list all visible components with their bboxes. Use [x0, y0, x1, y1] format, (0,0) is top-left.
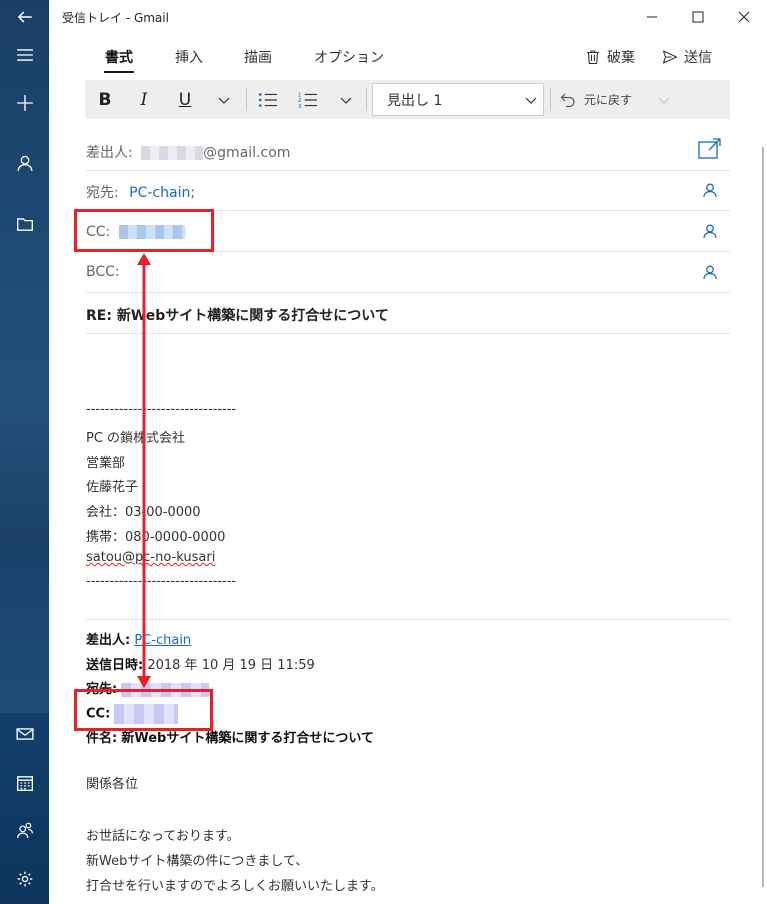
quoted-sent-line: 送信日時: 2018 年 10 月 19 日 11:59: [86, 654, 315, 673]
to-recipient[interactable]: PC-chain;: [129, 185, 195, 201]
quoted-sent-value: 2018 年 10 月 19 日 11:59: [147, 658, 315, 673]
quoted-body-line: お世話になっております。: [86, 829, 240, 844]
bcc-field[interactable]: BCC:: [86, 264, 120, 280]
trash-icon: [587, 50, 599, 65]
close-button[interactable]: [721, 0, 767, 34]
active-tab-indicator: [104, 71, 134, 73]
numbered-list-button[interactable]: 123: [294, 80, 322, 119]
hamburger-menu-icon[interactable]: [0, 38, 49, 72]
signature-department: 営業部: [86, 456, 126, 471]
field-divider: [86, 292, 730, 293]
to-label: 宛先:: [86, 185, 119, 201]
to-contact-picker-icon[interactable]: [702, 182, 718, 198]
paragraph-options-dropdown[interactable]: [335, 80, 357, 119]
from-label: 差出人:: [86, 145, 133, 161]
bullet-list-icon: [258, 92, 277, 107]
numbered-list-icon: 123: [298, 92, 317, 109]
font-options-dropdown[interactable]: [213, 80, 235, 119]
send-button[interactable]: 送信: [662, 47, 712, 67]
send-icon: [662, 50, 678, 64]
mail-icon[interactable]: [0, 717, 49, 751]
bcc-contact-picker-icon[interactable]: [702, 264, 718, 280]
svg-text:3: 3: [298, 103, 302, 108]
signature-rule-end: --------------------------------: [86, 574, 237, 589]
quoted-cc-highlight-box: [74, 689, 213, 731]
cc-field-highlight-box: [74, 209, 214, 252]
quoted-subject-label: 件名:: [86, 731, 118, 746]
minimize-button[interactable]: [629, 0, 675, 34]
chevron-down-icon: [525, 97, 537, 104]
send-label: 送信: [684, 50, 712, 66]
window-title: 受信トレイ - Gmail: [62, 11, 169, 25]
people-icon[interactable]: [0, 813, 49, 847]
undo-icon: [560, 93, 575, 107]
from-field[interactable]: 差出人: @gmail.com: [86, 142, 290, 162]
calendar-icon[interactable]: [0, 766, 49, 800]
field-divider: [86, 333, 730, 334]
discard-button[interactable]: 破棄: [585, 47, 635, 67]
format-toolbar: B I U 123 見出し 1 元に戻す: [85, 80, 730, 119]
to-field[interactable]: 宛先: PC-chain;: [86, 182, 195, 202]
bullet-list-button[interactable]: [254, 80, 282, 119]
folder-icon[interactable]: [0, 207, 49, 241]
settings-gear-icon[interactable]: [0, 862, 49, 896]
toolbar-divider: [246, 88, 247, 111]
new-mail-plus-icon[interactable]: [0, 86, 49, 120]
account-icon[interactable]: [0, 146, 49, 180]
heading-style-value: 見出し 1: [387, 92, 443, 109]
signature-mobile-phone: 携帯：080-0000-0000: [86, 530, 226, 545]
cc-contact-picker-icon[interactable]: [702, 223, 718, 239]
discard-label: 破棄: [607, 50, 635, 66]
chevron-down-icon[interactable]: [658, 94, 670, 106]
back-arrow-icon[interactable]: [0, 0, 49, 34]
redacted-address: [141, 146, 204, 160]
italic-button[interactable]: I: [130, 80, 158, 119]
quote-divider: [86, 619, 730, 620]
signature-rule: --------------------------------: [86, 402, 237, 417]
quoted-greeting: 関係各位: [86, 777, 139, 792]
from-domain: @gmail.com: [203, 145, 291, 161]
toolbar-divider: [550, 88, 551, 111]
quoted-body-line: 打合せを行いますのでよろしくお願いいたします。: [86, 879, 384, 894]
field-divider: [86, 170, 730, 171]
signature-office-phone: 会社：03-00-0000: [86, 505, 201, 520]
tab-format[interactable]: 書式: [105, 47, 133, 67]
chevron-down-icon: [218, 97, 230, 104]
underline-button[interactable]: U: [171, 80, 199, 119]
tab-draw[interactable]: 描画: [244, 47, 272, 67]
vertical-scrollbar[interactable]: [762, 147, 764, 887]
tab-options[interactable]: オプション: [314, 47, 384, 67]
toolbar-divider: [366, 88, 367, 111]
chevron-down-icon: [340, 97, 352, 104]
subject-field[interactable]: RE: 新Webサイト構築に関する打合せについて: [86, 305, 389, 325]
undo-label: 元に戻す: [584, 93, 633, 107]
undo-button[interactable]: 元に戻す: [560, 80, 670, 119]
bold-button[interactable]: B: [91, 80, 119, 119]
maximize-button[interactable]: [675, 0, 721, 34]
quoted-from-line: 差出人: PC-chain: [86, 629, 191, 648]
signature-email: satou@pc-no-kusari: [86, 550, 216, 565]
quoted-subject-value: 新Webサイト構築に関する打合せについて: [121, 731, 374, 746]
quoted-from-label: 差出人:: [86, 633, 131, 648]
heading-style-select[interactable]: 見出し 1: [372, 83, 544, 116]
signature-company: PC の鎖株式会社: [86, 431, 186, 446]
quoted-sent-label: 送信日時:: [86, 658, 144, 673]
quoted-body-line: 新Webサイト構築の件につきまして、: [86, 854, 309, 869]
bcc-label: BCC:: [86, 264, 120, 280]
quoted-from-link[interactable]: PC-chain: [134, 633, 191, 648]
tab-insert[interactable]: 挿入: [175, 47, 203, 67]
navigation-rail: [0, 0, 49, 904]
signature-name: 佐藤花子: [86, 480, 139, 495]
popout-window-icon[interactable]: [698, 138, 722, 160]
